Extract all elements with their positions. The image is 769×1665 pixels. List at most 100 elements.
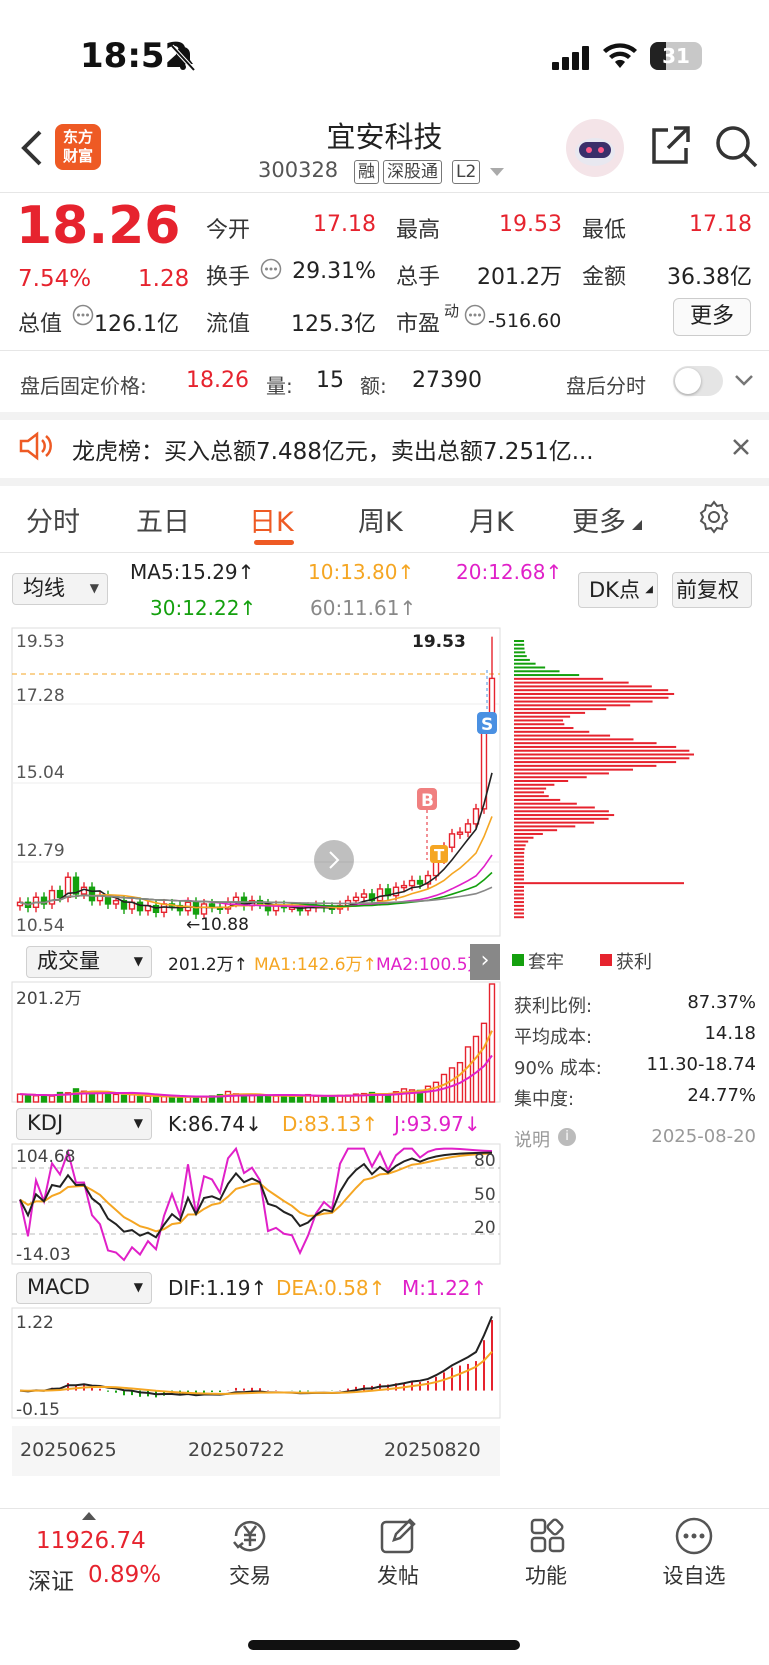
notice-text: 龙虎榜：买入总额7.488亿元，卖出总额7.251亿...: [72, 439, 594, 465]
chip-bar: [514, 904, 524, 907]
tab-more[interactable]: 更多: [572, 500, 626, 539]
volume-select[interactable]: 成交量 ▼: [26, 946, 152, 978]
index-percent[interactable]: 0.89%: [88, 1562, 161, 1588]
assistant-avatar-icon[interactable]: [565, 118, 625, 178]
kdj-select[interactable]: KDJ ▼: [16, 1108, 152, 1140]
volume-label: 总手: [396, 265, 441, 290]
trade-yen-icon[interactable]: [228, 1516, 272, 1556]
change-value: 1.28: [138, 266, 190, 292]
dropdown-caret-icon[interactable]: [490, 168, 504, 178]
candle: [200, 903, 208, 915]
volume-bar: [112, 1093, 120, 1103]
volume-bar: [144, 1095, 152, 1103]
chip-bar: [514, 832, 543, 835]
volume-bar: [40, 1094, 48, 1103]
chevron-down-icon[interactable]: [734, 374, 754, 388]
chip-bar: [514, 768, 634, 771]
legend-profit-label: 获利: [616, 952, 652, 973]
index-name[interactable]: 深证: [28, 1562, 74, 1596]
chip-bar: [514, 738, 634, 741]
play-icon: [314, 840, 354, 880]
tab-monthly-k[interactable]: 月K: [469, 500, 514, 539]
info-icon[interactable]: i: [558, 1128, 576, 1146]
mktcap-value: 126.1亿: [94, 312, 179, 337]
tab-intraday[interactable]: 分时: [26, 500, 80, 539]
info-dots-icon[interactable]: [260, 258, 282, 280]
chip-row-label: 集中度:: [514, 1089, 575, 1110]
chip-bar: [514, 780, 569, 782]
bottom-tab-post[interactable]: 发帖: [348, 1560, 448, 1590]
bottom-tab-trade[interactable]: 交易: [200, 1560, 300, 1590]
indicator-panels: 201.2万 104.68 -14.03 80 50 20 1.22 -0.15…: [11, 981, 501, 1476]
gear-icon[interactable]: [697, 500, 731, 534]
dk-point-button[interactable]: DK点 ◢: [578, 572, 658, 608]
open-label: 今开: [206, 218, 251, 243]
chip-bar: [514, 772, 609, 775]
candle: [136, 901, 144, 912]
edit-post-icon[interactable]: [378, 1516, 418, 1556]
info-dots-icon[interactable]: [72, 304, 94, 326]
macd-dif-line: [19, 1315, 493, 1397]
battery-icon: 31: [650, 42, 702, 70]
chip-bar: [514, 916, 524, 919]
chip-bar: [514, 723, 565, 726]
chip-bar: [514, 662, 536, 665]
volume-bar: [320, 1096, 328, 1103]
macd-select[interactable]: MACD ▼: [16, 1272, 152, 1304]
date-label-mid: 20250722: [188, 1439, 285, 1461]
chip-bar: [514, 666, 546, 669]
chip-bar: [514, 719, 564, 722]
chip-bar: [514, 840, 529, 843]
chip-bar: [514, 859, 525, 862]
volume-bar: [432, 1081, 440, 1103]
more-button[interactable]: 更多: [673, 298, 751, 336]
candle: [408, 879, 416, 887]
open-value: 17.18: [313, 212, 376, 237]
index-value[interactable]: 11926.74: [36, 1528, 146, 1554]
after-hours-toggle[interactable]: [673, 366, 723, 396]
chip-bar: [514, 708, 607, 711]
chip-bar: [514, 851, 525, 854]
y-label-top: 19.53: [16, 632, 65, 652]
after-hours-label: 盘后固定价格:: [20, 374, 147, 398]
chip-bar: [514, 658, 530, 661]
tab-weekly-k[interactable]: 周K: [358, 500, 403, 539]
chip-bar: [514, 700, 653, 703]
chip-row-value: 24.77%: [687, 1085, 756, 1106]
share-icon[interactable]: [648, 124, 692, 168]
chip-bar: [514, 674, 580, 677]
date-label-start: 20250625: [20, 1439, 117, 1461]
chip-row-value: 11.30-18.74: [646, 1054, 756, 1075]
chip-bar: [514, 893, 524, 896]
macd-dif-value: DIF:1.19↑: [168, 1276, 268, 1300]
volume-bar: [248, 1094, 256, 1103]
bottom-tab-function[interactable]: 功能: [496, 1560, 596, 1590]
chip-bar: [514, 798, 561, 801]
indicator-select[interactable]: 均线 ▼: [12, 573, 108, 605]
search-icon[interactable]: [714, 124, 758, 168]
ma5-value: MA5:15.29↑: [130, 560, 255, 584]
high-value: 19.53: [499, 212, 562, 237]
chip-bar: [514, 787, 547, 790]
chip-note-label[interactable]: 说明: [514, 1126, 550, 1152]
chip-bar: [514, 655, 527, 658]
chip-bar: [514, 810, 609, 813]
tab-daily-k[interactable]: 日K: [249, 500, 294, 539]
chip-bar: [514, 825, 576, 828]
macd-dea-line: [19, 1350, 493, 1395]
function-grid-icon[interactable]: [528, 1516, 568, 1556]
tab-five-day[interactable]: 五日: [136, 500, 190, 539]
chip-distribution: [514, 640, 695, 919]
close-icon[interactable]: [732, 438, 750, 456]
chip-bar: [514, 776, 587, 779]
volume-frame: [11, 981, 501, 1103]
collapse-chevron-icon[interactable]: ›: [470, 944, 500, 980]
bottom-tab-watchlist[interactable]: 设自选: [644, 1560, 744, 1590]
more-dots-icon[interactable]: [674, 1516, 714, 1556]
stock-code: 300328: [258, 158, 339, 182]
chip-date: 2025-08-20: [651, 1126, 756, 1147]
candle: [376, 888, 384, 902]
adjust-button[interactable]: 前复权: [672, 572, 752, 608]
info-dots-icon[interactable]: [464, 304, 486, 326]
chip-bar: [514, 806, 595, 809]
